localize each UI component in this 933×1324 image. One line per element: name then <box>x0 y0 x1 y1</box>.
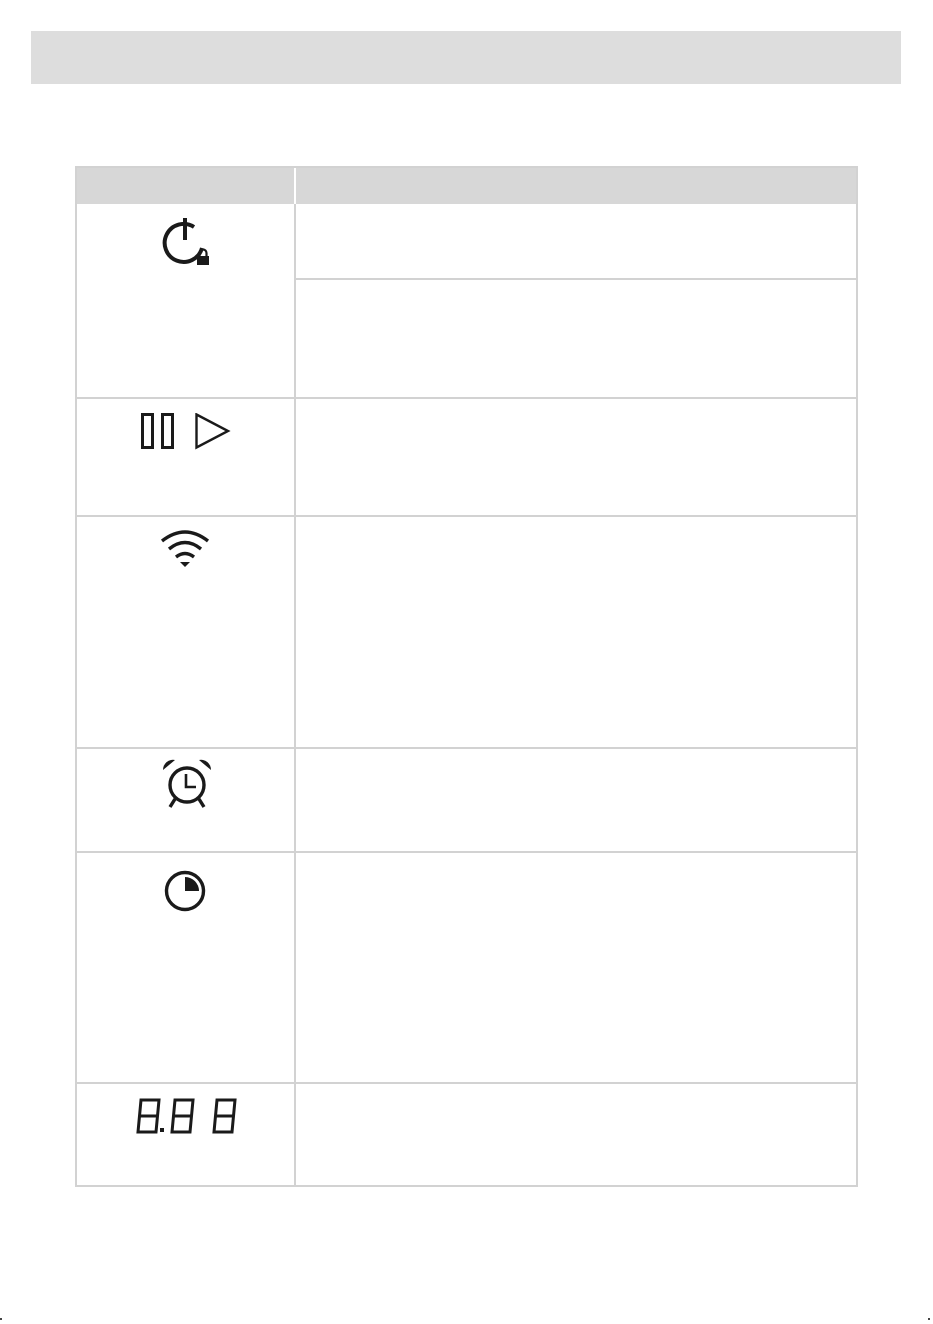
alarm-clock-icon <box>162 759 212 808</box>
table-row-alarm <box>77 749 294 851</box>
table-row-wifi <box>77 517 294 747</box>
table-row-display <box>77 1084 294 1187</box>
description-alarm <box>296 749 856 851</box>
description-wifi <box>296 517 856 747</box>
seven-segment-display-icon <box>136 1098 237 1134</box>
symbol-table <box>75 166 858 1187</box>
description-pause-play <box>296 399 856 515</box>
description-power-lock-a <box>296 204 856 278</box>
description-power-lock-b <box>296 280 856 397</box>
page-corner-mark <box>928 1318 930 1320</box>
timer-icon <box>164 870 206 912</box>
table-row-timer <box>77 853 294 1082</box>
wifi-icon <box>160 530 210 567</box>
table-header <box>77 168 856 204</box>
description-timer <box>296 853 856 1082</box>
header-column-divider <box>294 168 296 204</box>
description-display <box>296 1084 856 1187</box>
pause-play-icon <box>141 413 231 450</box>
table-row-pause-play <box>77 399 294 515</box>
table-row-power-lock <box>77 204 294 397</box>
section-header-band <box>31 31 901 84</box>
page-corner-mark <box>0 1318 2 1320</box>
power-lock-icon <box>162 218 209 265</box>
